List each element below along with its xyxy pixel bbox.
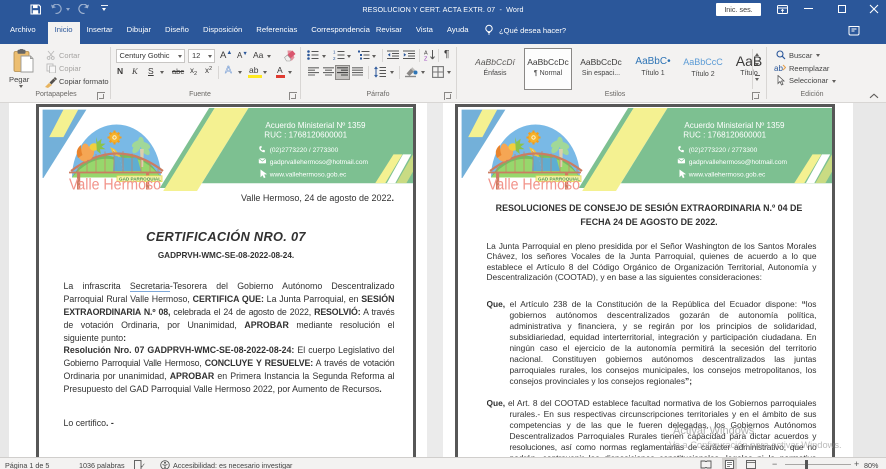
svg-text:Z: Z <box>424 57 428 62</box>
svg-text:✓: ✓ <box>140 463 145 469</box>
svg-text:A: A <box>424 50 428 56</box>
svg-text:ab: ab <box>774 64 783 73</box>
svg-text:1: 1 <box>333 50 336 55</box>
svg-text:2: 2 <box>333 56 336 60</box>
